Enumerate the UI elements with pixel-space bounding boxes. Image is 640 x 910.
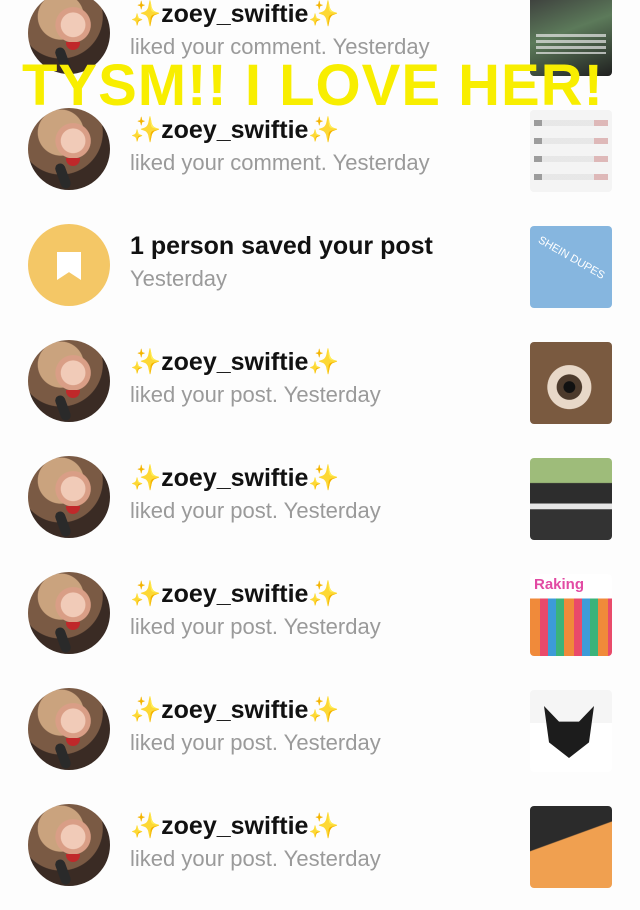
- overlay-caption: TYSM!! I LOVE HER!: [22, 53, 604, 118]
- sparkle-icon: ✨: [308, 0, 340, 28]
- notification-item[interactable]: ✨zoey_swiftie✨ liked your post. Yesterda…: [0, 794, 640, 910]
- avatar[interactable]: [28, 456, 110, 538]
- sparkle-icon: ✨: [130, 696, 162, 724]
- avatar[interactable]: [28, 688, 110, 770]
- notification-item[interactable]: 1 person saved your post Yesterday SHEIN…: [0, 214, 640, 330]
- username-text: zoey_swiftie: [161, 348, 309, 376]
- notification-item[interactable]: ✨zoey_swiftie✨ liked your post. Yesterda…: [0, 330, 640, 446]
- post-thumbnail[interactable]: [530, 110, 612, 192]
- username-text: zoey_swiftie: [161, 116, 309, 144]
- sparkle-icon: ✨: [130, 348, 162, 376]
- notification-subtext: liked your post. Yesterday: [130, 498, 381, 523]
- post-thumbnail[interactable]: [530, 342, 612, 424]
- username-text: zoey_swiftie: [161, 0, 309, 28]
- post-thumbnail[interactable]: [530, 690, 612, 772]
- sparkle-icon: ✨: [308, 580, 340, 608]
- username[interactable]: ✨zoey_swiftie✨: [130, 580, 340, 609]
- notification-subtext: liked your post. Yesterday: [130, 614, 381, 639]
- sparkle-icon: ✨: [308, 696, 340, 724]
- avatar[interactable]: [28, 340, 110, 422]
- thumbnail-label: SHEIN DUPES: [535, 234, 607, 282]
- save-badge: [28, 224, 110, 306]
- sparkle-icon: ✨: [130, 116, 162, 144]
- sparkle-icon: ✨: [308, 464, 340, 492]
- notification-subtext: liked your post. Yesterday: [130, 730, 381, 755]
- post-thumbnail[interactable]: [530, 806, 612, 888]
- username[interactable]: ✨zoey_swiftie✨: [130, 348, 340, 377]
- notification-subtext: Yesterday: [130, 266, 228, 291]
- post-thumbnail[interactable]: Raking: [530, 574, 612, 656]
- sparkle-icon: ✨: [130, 812, 162, 840]
- thumbnail-label: Raking: [534, 576, 585, 593]
- post-thumbnail[interactable]: [530, 458, 612, 540]
- username[interactable]: ✨zoey_swiftie✨: [130, 0, 340, 29]
- sparkle-icon: ✨: [308, 348, 340, 376]
- avatar[interactable]: [28, 572, 110, 654]
- username-text: zoey_swiftie: [161, 812, 309, 840]
- username[interactable]: ✨zoey_swiftie✨: [130, 812, 340, 841]
- notification-subtext: liked your post. Yesterday: [130, 382, 381, 407]
- username[interactable]: ✨zoey_swiftie✨: [130, 116, 340, 145]
- username[interactable]: ✨zoey_swiftie✨: [130, 696, 340, 725]
- notification-title: 1 person saved your post: [130, 232, 433, 260]
- username[interactable]: ✨zoey_swiftie✨: [130, 464, 340, 493]
- sparkle-icon: ✨: [130, 0, 162, 28]
- notification-item[interactable]: ✨zoey_swiftie✨ liked your post. Yesterda…: [0, 678, 640, 794]
- notification-item[interactable]: ✨zoey_swiftie✨ liked your post. Yesterda…: [0, 446, 640, 562]
- notification-item[interactable]: ✨zoey_swiftie✨ liked your post. Yesterda…: [0, 562, 640, 678]
- notification-subtext: liked your comment. Yesterday: [130, 150, 430, 175]
- sparkle-icon: ✨: [130, 580, 162, 608]
- username-text: zoey_swiftie: [161, 696, 309, 724]
- sparkle-icon: ✨: [308, 116, 340, 144]
- notification-subtext: liked your post. Yesterday: [130, 846, 381, 871]
- username-text: zoey_swiftie: [161, 464, 309, 492]
- sparkle-icon: ✨: [130, 464, 162, 492]
- post-thumbnail[interactable]: SHEIN DUPES: [530, 226, 612, 308]
- sparkle-icon: ✨: [308, 812, 340, 840]
- username-text: zoey_swiftie: [161, 580, 309, 608]
- avatar[interactable]: [28, 108, 110, 190]
- avatar[interactable]: [28, 804, 110, 886]
- bookmark-icon: [57, 252, 81, 280]
